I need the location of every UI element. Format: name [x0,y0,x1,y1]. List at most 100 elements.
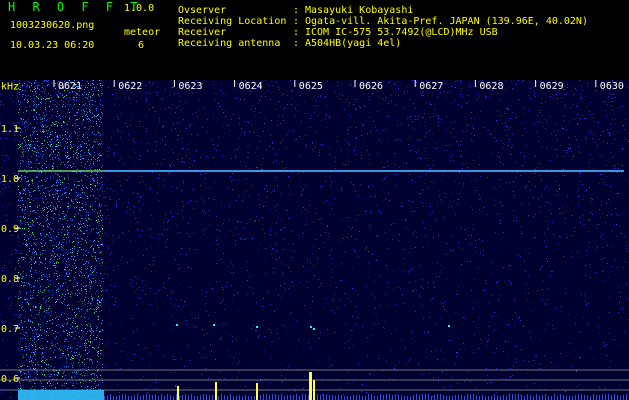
bottom-noise [155,394,156,400]
bottom-noise [563,395,564,400]
bottom-noise [584,395,585,400]
bottom-noise [497,396,498,400]
meteor-ping [448,325,450,327]
bottom-noise [350,396,351,400]
bottom-noise [179,396,180,400]
bottom-noise [158,396,159,400]
bottom-noise [515,394,516,400]
bottom-noise [122,394,123,400]
bottom-noise [128,396,129,400]
bottom-noise [194,396,195,400]
bottom-noise [476,395,477,400]
bottom-noise [281,394,282,400]
bottom-noise [206,394,207,400]
bottom-noise [269,395,270,400]
bottom-noise [452,396,453,400]
bottom-noise [596,395,597,400]
bottom-noise [491,396,492,400]
bottom-noise [134,395,135,400]
bottom-noise [110,394,111,400]
bottom-noise [299,396,300,400]
y-tick-label: 0.7 [1,324,19,335]
meteor-spike [215,382,217,400]
bottom-noise [365,396,366,400]
info-row-receiver: Receiver : ICOM IC-575 53.7492(@LCD)MHz … [178,27,498,38]
bottom-noise [425,394,426,400]
bottom-noise [173,396,174,400]
bottom-noise [593,394,594,400]
x-tick-label: 0630 [600,81,624,92]
bottom-noise [449,396,450,400]
bottom-noise [509,394,510,400]
bottom-noise [485,396,486,400]
bottom-noise [437,394,438,400]
version-label: 1.0.0 [124,3,155,14]
bottom-noise [410,396,411,400]
carrier-line [104,170,624,172]
bottom-noise [248,396,249,400]
x-tick-label: 0627 [419,81,443,92]
bottom-noise [383,395,384,400]
bottom-noise [389,394,390,400]
bottom-noise [479,396,480,400]
bottom-noise [461,395,462,400]
bottom-noise [548,396,549,400]
bottom-noise [401,395,402,400]
spectrogram: kHz 1.1 1.0 0.9 0.8 0.7 0.6 0621 0622 0623 0624 062… [0,80,629,400]
x-tick-label: 0623 [178,81,202,92]
y-axis-unit: kHz [1,81,19,92]
bottom-noise [488,396,489,400]
bottom-noise [341,395,342,400]
info-row-location: Receiving Location : Ogata-vill. Akita-P… [178,16,588,27]
bottom-noise [368,394,369,400]
bottom-noise [239,395,240,400]
bottom-noise [224,395,225,400]
bottom-noise [503,395,504,400]
bottom-noise [137,394,138,400]
app-title: H R O F F T [8,0,143,14]
bottom-noise [290,395,291,400]
bottom-noise [131,396,132,400]
bottom-noise [500,396,501,400]
bottom-noise [140,396,141,400]
meteor-count: 6 [138,40,145,51]
meteor-ping [310,326,312,328]
info-label: Receiver [178,27,227,38]
bottom-noise [143,395,144,400]
bottom-noise [251,396,252,400]
bottom-noise [602,394,603,400]
bottom-noise [506,396,507,400]
filename-label: 1003230620.png [10,20,95,31]
bottom-noise [320,395,321,400]
info-colon: : [293,5,300,16]
bottom-noise [317,394,318,400]
bottom-noise [524,396,525,400]
y-tick-label: 0.8 [1,274,19,285]
header-panel: H R O F F T 1.0.0 1003230620.png meteor … [0,0,629,80]
bottom-noise [590,396,591,400]
x-tick-label: 0624 [239,81,263,92]
bottom-noise [347,396,348,400]
bottom-noise [203,394,204,400]
bottom-noise [530,395,531,400]
bottom-noise [344,396,345,400]
meteor-spike [177,386,179,400]
bottom-noise [326,394,327,400]
bottom-strip [18,390,104,400]
bottom-noise [527,394,528,400]
bottom-noise [608,394,609,400]
bottom-noise [416,394,417,400]
bottom-noise [338,395,339,400]
bottom-noise [161,394,162,400]
y-tick-label: 1.1 [1,124,19,135]
info-label: Receiving Location [178,16,287,27]
bottom-noise [458,395,459,400]
info-row-antenna: Receiving antenna : A504HB(yagi 4el) [178,38,401,49]
bottom-noise [164,396,165,400]
info-value: Ogata-vill. Akita-Pref. JAPAN (139.96E, … [305,16,588,27]
info-row-observer: Ovserver : Masayuki Kobayashi [178,5,413,16]
bottom-noise [419,395,420,400]
bottom-noise [599,395,600,400]
bottom-noise [236,396,237,400]
bottom-noise [104,396,105,400]
